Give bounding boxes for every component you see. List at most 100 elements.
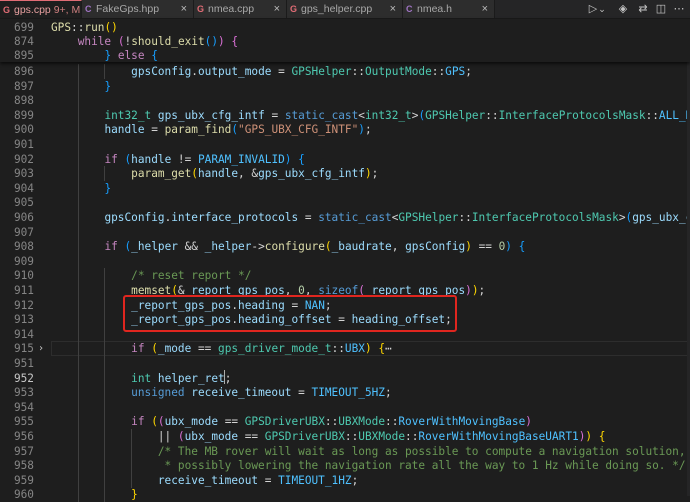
code-line[interactable]: 896 gpsConfig.output_mode = GPSHelper::O… bbox=[0, 64, 690, 79]
code-line[interactable]: 905 bbox=[0, 195, 690, 211]
line-number: 902 bbox=[13, 152, 34, 166]
line-number: 956 bbox=[13, 430, 34, 443]
code-text[interactable]: receive_timeout = TIMEOUT_1HZ; bbox=[51, 473, 358, 488]
line-number: 909 bbox=[13, 254, 34, 268]
code-line[interactable]: 952 int helper_ret; bbox=[0, 370, 690, 386]
close-icon[interactable]: × bbox=[181, 0, 187, 18]
copilot-icon[interactable]: ◈ bbox=[616, 1, 630, 17]
code-text[interactable]: unsigned receive_timeout = TIMEOUT_5HZ; bbox=[51, 385, 392, 400]
line-number: 907 bbox=[13, 225, 34, 239]
editor-tab-bar: Ggps.cpp 9+, M C FakeGps.hpp × Gnmea.cpp × Ggp… bbox=[0, 0, 690, 19]
code-line[interactable]: 959 receive_timeout = TIMEOUT_1HZ; bbox=[0, 472, 690, 488]
tab-label: gps_helper.cpp bbox=[301, 3, 373, 15]
split-editor-icon[interactable]: ◫ bbox=[654, 1, 668, 17]
code-text[interactable]: gpsConfig.interface_protocols = static_c… bbox=[51, 210, 690, 225]
indent-guide bbox=[104, 356, 106, 371]
code-line[interactable]: 910 /* reset report */ bbox=[0, 268, 690, 284]
indent-guide bbox=[77, 93, 79, 109]
tab-label: gps.cpp bbox=[14, 4, 51, 16]
code-line[interactable]: 951 bbox=[0, 356, 690, 371]
line-number: 906 bbox=[13, 211, 34, 224]
tab-gps-helper-cpp[interactable]: Ggps_helper.cpp × bbox=[287, 0, 403, 18]
line-number: 954 bbox=[13, 400, 34, 414]
tab-label: nmea.cpp bbox=[208, 3, 255, 15]
code-text[interactable]: || (ubx_mode == GPSDriverUBX::UBXMode::R… bbox=[51, 429, 606, 444]
code-line[interactable]: 907 bbox=[0, 224, 690, 240]
line-number: 910 bbox=[13, 269, 34, 283]
file-type-icon: G bbox=[197, 4, 205, 14]
line-number: 959 bbox=[13, 473, 34, 487]
line-number: 904 bbox=[13, 181, 34, 195]
code-line[interactable]: 955 if ((ubx_mode == GPSDriverUBX::UBXMo… bbox=[0, 414, 690, 430]
code-line[interactable]: 909 bbox=[0, 253, 690, 269]
code-text[interactable]: handle = param_find("GPS_UBX_CFG_INTF"); bbox=[51, 122, 371, 137]
line-number: 908 bbox=[13, 240, 34, 254]
fold-chevron-icon[interactable]: › bbox=[38, 341, 44, 356]
code-text[interactable]: if ((ubx_mode == GPSDriverUBX::UBXMode::… bbox=[51, 414, 532, 429]
line-number: 898 bbox=[13, 94, 34, 108]
more-actions-icon[interactable]: ⋯ bbox=[672, 1, 686, 17]
code-line[interactable]: 898 bbox=[0, 93, 690, 109]
code-line[interactable]: 908 if (_helper && _helper->configure(_b… bbox=[0, 239, 690, 255]
code-line[interactable]: 903 param_get(handle, &gps_ubx_cfg_intf)… bbox=[0, 166, 690, 182]
code-text[interactable]: } bbox=[51, 181, 111, 196]
tab-fakegps-hpp[interactable]: C FakeGps.hpp × bbox=[82, 0, 194, 18]
code-line[interactable]: 958 * possibly lowering the navigation r… bbox=[0, 458, 690, 474]
tab-nmea-cpp[interactable]: Gnmea.cpp × bbox=[194, 0, 287, 18]
code-text[interactable]: /* reset report */ bbox=[51, 268, 251, 283]
code-line[interactable]: 915 › if (_mode == gps_driver_mode_t::UBX… bbox=[0, 341, 690, 357]
tab-gps-cpp[interactable]: Ggps.cpp 9+, M bbox=[0, 0, 82, 18]
code-text[interactable]: gpsConfig.output_mode = GPSHelper::Outpu… bbox=[51, 64, 472, 79]
file-type-icon: G bbox=[3, 5, 11, 15]
line-number: 953 bbox=[13, 386, 34, 400]
code-line[interactable]: 906 gpsConfig.interface_protocols = stat… bbox=[0, 210, 690, 225]
code-text[interactable]: if (_helper && _helper->configure(_baudr… bbox=[51, 239, 525, 254]
compare-changes-icon[interactable]: ⇄ bbox=[636, 1, 650, 17]
code-line[interactable]: 900 handle = param_find("GPS_UBX_CFG_INT… bbox=[0, 122, 690, 138]
indent-guide bbox=[77, 224, 79, 240]
code-line[interactable]: 904 } bbox=[0, 180, 690, 196]
code-text[interactable]: param_get(handle, &gps_ubx_cfg_intf); bbox=[51, 166, 378, 181]
code-text[interactable]: * possibly lowering the navigation rate … bbox=[51, 458, 686, 473]
code-text[interactable]: if (_mode == gps_driver_mode_t::UBX) {⋯ bbox=[51, 341, 392, 356]
code-line[interactable]: 899 int32_t gps_ubx_cfg_intf = static_ca… bbox=[0, 107, 690, 123]
line-number: 960 bbox=[13, 488, 34, 502]
code-line[interactable]: 895 } else { bbox=[0, 48, 690, 63]
code-line[interactable]: 960 } bbox=[0, 487, 690, 502]
code-line[interactable]: 902 if (handle != PARAM_INVALID) { bbox=[0, 151, 690, 167]
close-icon[interactable]: × bbox=[482, 0, 488, 18]
code-text[interactable]: /* The MB rover will wait as long as pos… bbox=[51, 444, 686, 459]
problems-badge: 9+, M bbox=[50, 4, 81, 16]
file-type-icon: C bbox=[406, 4, 413, 14]
code-line[interactable]: 897 } bbox=[0, 78, 690, 94]
code-text[interactable]: if (handle != PARAM_INVALID) { bbox=[51, 152, 304, 167]
code-text[interactable]: while (!should_exit()) { bbox=[51, 34, 238, 49]
code-text[interactable]: int helper_ret; bbox=[51, 371, 231, 386]
code-text[interactable]: int32_t gps_ubx_cfg_intf = static_cast<i… bbox=[51, 108, 690, 123]
sticky-scroll[interactable]: 699 GPS::run() 874 while (!should_exit()) … bbox=[0, 19, 690, 62]
code-line[interactable]: 874 while (!should_exit()) { bbox=[0, 34, 690, 49]
code-text[interactable]: } else { bbox=[51, 48, 157, 63]
run-dropdown-icon[interactable]: ⌄ bbox=[598, 1, 606, 17]
code-text[interactable]: } bbox=[51, 79, 111, 94]
code-line[interactable]: 699 GPS::run() bbox=[0, 20, 690, 35]
text-cursor bbox=[224, 370, 225, 384]
code-text[interactable]: } bbox=[51, 487, 138, 502]
code-line[interactable]: 953 unsigned receive_timeout = TIMEOUT_5… bbox=[0, 385, 690, 401]
close-icon[interactable]: × bbox=[274, 0, 280, 18]
code-line[interactable]: 957 /* The MB rover will wait as long as… bbox=[0, 443, 690, 459]
line-number: 958 bbox=[13, 459, 34, 473]
code-line[interactable]: 956 || (ubx_mode == GPSDriverUBX::UBXMod… bbox=[0, 429, 690, 444]
line-number: 911 bbox=[13, 284, 34, 297]
line-number: 900 bbox=[13, 123, 34, 137]
code-line[interactable]: 954 bbox=[0, 399, 690, 415]
tab-nmea-h[interactable]: Cnmea.h × bbox=[403, 0, 495, 18]
file-type-icon: C bbox=[85, 4, 92, 14]
line-number: 912 bbox=[13, 298, 34, 312]
indent-guide bbox=[104, 326, 106, 342]
code-text[interactable]: GPS::run() bbox=[51, 20, 118, 35]
close-icon[interactable]: × bbox=[390, 0, 396, 18]
code-line[interactable]: 901 bbox=[0, 137, 690, 152]
indent-guide bbox=[77, 137, 79, 152]
line-number: 899 bbox=[13, 108, 34, 122]
